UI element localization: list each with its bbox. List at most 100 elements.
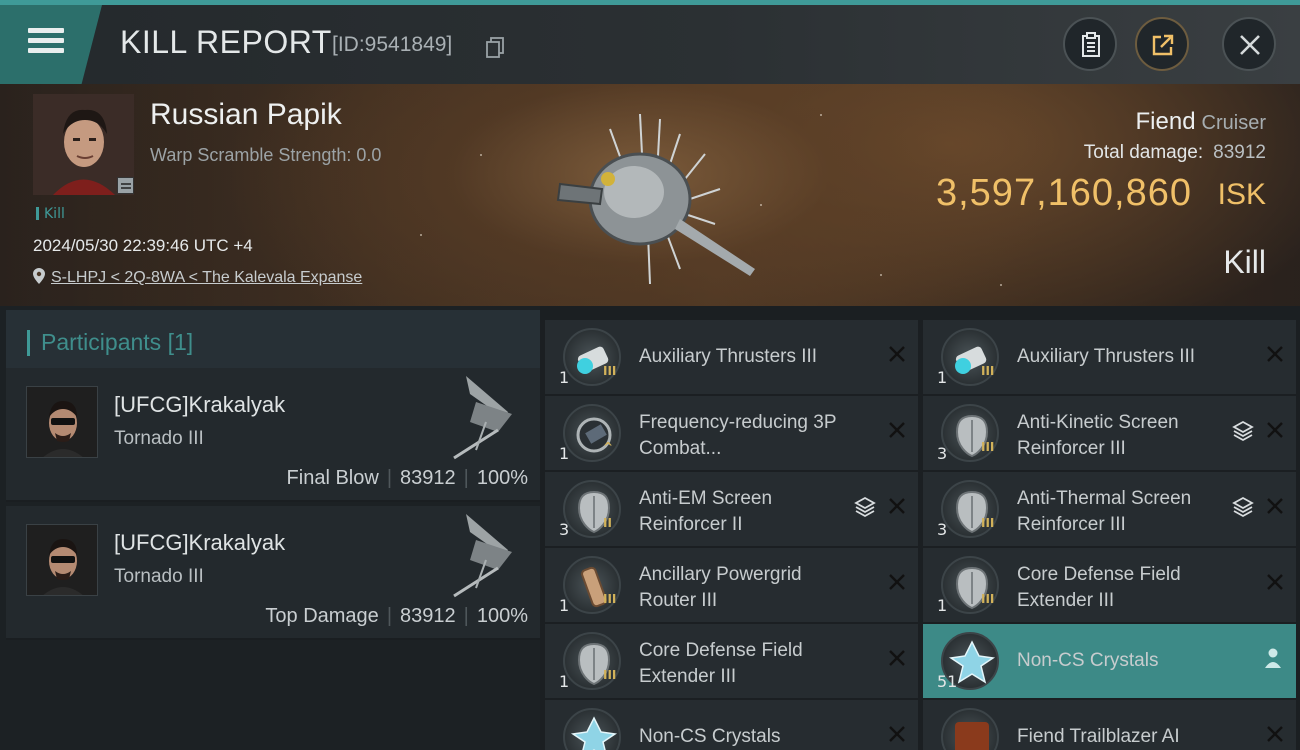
participants-panel: Participants [1] [UFCG]Krakalyak Tornado… <box>0 306 540 750</box>
location-pin-icon <box>33 268 45 284</box>
item-tile[interactable]: Fiend Trailblazer AI <box>923 700 1296 750</box>
kill-result: Kill <box>1223 244 1266 280</box>
participant-card[interactable]: [UFCG]Krakalyak Tornado III Final Blow | 8… <box>6 368 540 502</box>
participant-avatar-image <box>27 387 97 457</box>
menu-button[interactable] <box>0 5 102 84</box>
stack-icon[interactable] <box>1232 496 1254 518</box>
item-name: Core Defense Field Extender III <box>1017 564 1181 611</box>
close-icon <box>1240 35 1260 55</box>
crystal-icon <box>563 708 621 750</box>
item-name: Auxiliary Thrusters III <box>639 346 818 367</box>
item-name: Fiend Trailblazer AI <box>1017 726 1180 747</box>
item-name: Anti-EM Screen Reinforcer II <box>639 488 773 535</box>
victim-ship-name: Fiend Cruiser <box>1136 108 1267 136</box>
participant-ship-image <box>453 514 512 598</box>
item-name: Non-CS Crystals <box>1017 650 1159 671</box>
kill-tag: Kill <box>36 206 65 222</box>
destroyed-x-icon <box>889 726 905 742</box>
stack-icon[interactable] <box>854 496 876 518</box>
participant-ship: Tornado III <box>114 428 204 449</box>
item-tile[interactable]: 3 III Anti-Thermal Screen Reinforcer III <box>923 472 1296 546</box>
close-button[interactable] <box>1222 17 1276 71</box>
item-name: Core Defense Field Extender III <box>639 640 803 687</box>
participant-card[interactable]: [UFCG]Krakalyak Tornado III Top Damage | 8… <box>6 506 540 640</box>
participant-percent: 100% <box>476 605 528 627</box>
item-meta-level: ^ <box>603 440 614 454</box>
destroyed-x-icon <box>889 574 905 590</box>
participant-avatar-image <box>27 525 97 595</box>
dropped-items-grid: 1 III Auxiliary Thrusters III 1 III Auxiliary… <box>545 320 1300 750</box>
ai-chip-icon <box>941 708 999 750</box>
stack-icon[interactable] <box>1232 420 1254 442</box>
clipboard-button[interactable] <box>1063 17 1117 71</box>
item-tile[interactable]: 3 III Anti-Kinetic Screen Reinforcer III <box>923 396 1296 470</box>
item-meta-level: III <box>981 364 995 378</box>
destroyed-x-icon <box>1267 574 1283 590</box>
participants-accent <box>27 330 30 356</box>
location-text[interactable]: S-LHPJ < 2Q-8WA < The Kalevala Expanse <box>51 269 362 286</box>
item-tile[interactable]: 3 II Anti-EM Screen Reinforcer II <box>545 472 918 546</box>
item-meta-level: III <box>603 592 617 606</box>
share-icon <box>1152 34 1174 56</box>
participant-stats: Top Damage | 83912 | 100% <box>265 605 528 627</box>
destroyed-x-icon <box>889 346 905 362</box>
item-tile[interactable]: 51 Non-CS Crystals <box>923 624 1296 698</box>
share-button[interactable] <box>1135 17 1189 71</box>
item-quantity: 3 <box>937 444 948 463</box>
participant-ship-image <box>453 376 512 460</box>
shield-icon <box>563 480 621 538</box>
shield-icon-graphic <box>955 414 989 458</box>
thruster-icon-graphic <box>577 346 609 374</box>
shield-icon-graphic <box>577 642 611 686</box>
copy-icon[interactable] <box>486 36 506 58</box>
total-damage-label: Total damage: <box>1083 142 1204 163</box>
destroyed-x-icon <box>889 498 905 514</box>
item-tile[interactable]: 1 III Core Defense Field Extender III <box>545 624 918 698</box>
portrait-info-badge[interactable] <box>117 177 134 194</box>
item-tile[interactable]: 1 ^ Frequency-reducing 3P Combat... <box>545 396 918 470</box>
kill-tag-marker <box>36 207 39 220</box>
item-tile[interactable]: 1 III Core Defense Field Extender III <box>923 548 1296 622</box>
item-tile[interactable]: 1 III Ancillary Powergrid Router III <box>545 548 918 622</box>
menu-icon-bar <box>28 38 64 43</box>
destroyed-x-icon <box>889 650 905 666</box>
item-name: Anti-Thermal Screen Reinforcer III <box>1017 488 1192 535</box>
item-name: Anti-Kinetic Screen Reinforcer III <box>1017 412 1179 459</box>
item-quantity: 1 <box>559 596 570 615</box>
victim-ship-image[interactable] <box>530 94 770 294</box>
shield-icon-graphic <box>955 566 989 610</box>
item-tile[interactable]: Non-CS Crystals <box>545 700 918 750</box>
warp-scramble-strength: Warp Scramble Strength: 0.0 <box>150 145 382 165</box>
person-icon[interactable] <box>1264 647 1282 669</box>
isk-value: 3,597,160,860 <box>935 172 1192 214</box>
destroyed-x-icon <box>1267 726 1283 742</box>
participants-label: Participants <box>41 329 162 355</box>
item-quantity: 3 <box>937 520 948 539</box>
ship-class-text: Cruiser <box>1201 112 1266 134</box>
item-name: Ancillary Powergrid Router III <box>639 564 802 611</box>
kill-tag-label: Kill <box>44 206 65 222</box>
participant-role: Top Damage <box>265 605 379 627</box>
participant-avatar[interactable] <box>26 386 98 458</box>
participant-name[interactable]: [UFCG]Krakalyak <box>114 392 285 418</box>
victim-name[interactable]: Russian Papik <box>150 98 342 132</box>
item-meta-level: III <box>981 516 995 530</box>
participant-role: Final Blow <box>286 467 379 489</box>
participant-name[interactable]: [UFCG]Krakalyak <box>114 530 285 556</box>
item-quantity: 51 <box>937 672 958 691</box>
total-damage-value: 83912 <box>1213 142 1266 163</box>
item-quantity: 1 <box>559 444 570 463</box>
list-icon <box>121 183 131 189</box>
participant-avatar[interactable] <box>26 524 98 596</box>
kill-location-link[interactable]: S-LHPJ < 2Q-8WA < The Kalevala Expanse <box>33 268 362 287</box>
destroyed-x-icon <box>1267 346 1283 362</box>
participants-header[interactable]: Participants [1] <box>6 310 540 372</box>
clipboard-icon <box>1082 32 1100 57</box>
battery-icon-graphic <box>581 566 607 608</box>
victim-banner: Russian Papik Warp Scramble Strength: 0.… <box>0 84 1300 306</box>
item-meta-level: III <box>981 592 995 606</box>
item-tile[interactable]: 1 III Auxiliary Thrusters III <box>545 320 918 394</box>
item-tile[interactable]: 1 III Auxiliary Thrusters III <box>923 320 1296 394</box>
item-meta-level: II <box>603 516 612 530</box>
crystal-icon-graphic <box>570 716 618 750</box>
